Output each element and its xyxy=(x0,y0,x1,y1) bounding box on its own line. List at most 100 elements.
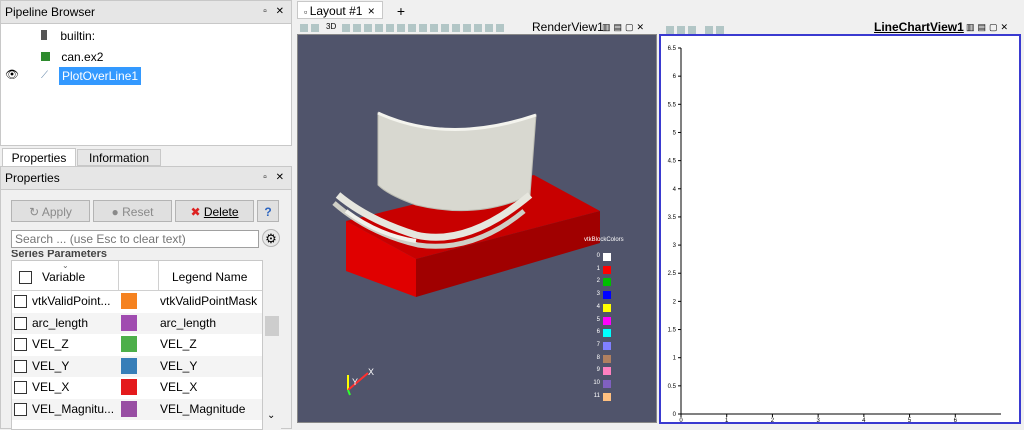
render-view[interactable]: X Y vtkBlockColors 0 1 2 3 4 5 6 7 8 9 10 11 xyxy=(297,34,657,423)
legend-swatch xyxy=(603,329,611,338)
table-row[interactable]: VEL_X VEL_X xyxy=(12,377,262,398)
advanced-gear-icon[interactable]: ⚙ xyxy=(262,229,280,247)
y-tick-label: 3 xyxy=(673,243,677,249)
help-button[interactable]: ? xyxy=(257,200,279,222)
table-row[interactable]: VEL_Magnitu... VEL_Magnitude xyxy=(12,398,262,420)
render-view-title: RenderView1 xyxy=(532,20,604,34)
series-legend-name[interactable]: arc_length xyxy=(160,316,216,330)
chart-view-title[interactable]: LineChartView1 xyxy=(874,20,964,34)
series-legend-name[interactable]: VEL_Y xyxy=(160,359,197,373)
legend-swatch xyxy=(603,380,611,388)
x-tick-label: 2 xyxy=(771,418,775,422)
series-checkbox[interactable] xyxy=(14,359,27,373)
legend-label: 5 xyxy=(596,316,600,323)
series-checkbox[interactable] xyxy=(14,295,27,308)
reset-label: Reset xyxy=(122,205,154,219)
x-tick-label: 5 xyxy=(908,418,912,422)
properties-title: Properties ▫ ✕ xyxy=(1,167,291,190)
x-tick-label: 4 xyxy=(862,418,866,422)
orient-y-label: Y xyxy=(352,377,358,387)
line-chart: 0 0.5 1 1.5 2 2.5 3 3.5 4 4.5 5 5.5 6 6.5 0 1 2 3 4 5 6 xyxy=(668,46,1001,424)
tab-information[interactable]: Information xyxy=(77,149,161,166)
layout-tab[interactable]: ▫ Layout #1 × xyxy=(297,1,383,19)
close-tab-icon[interactable]: × xyxy=(368,4,375,18)
search-input[interactable] xyxy=(11,230,259,248)
legend-label: 0 xyxy=(596,253,600,259)
y-tick-label: 1 xyxy=(673,356,677,362)
view-controls[interactable]: ▥▤▢✕ xyxy=(966,20,1011,34)
series-color-swatch[interactable] xyxy=(121,379,137,395)
properties-title-text: Properties xyxy=(5,171,60,185)
column-legend-name[interactable]: Legend Name xyxy=(172,270,247,284)
chart-view-toolbar: LineChartView1 ▥▤▢✕ xyxy=(660,20,1024,34)
series-checkbox[interactable] xyxy=(14,402,27,416)
series-checkbox[interactable] xyxy=(14,338,27,351)
series-legend-name[interactable]: VEL_X xyxy=(160,380,197,394)
pipeline-item-label: can.ex2 xyxy=(61,50,104,64)
y-tick-label: 5.5 xyxy=(668,102,677,108)
scrollbar-thumb[interactable] xyxy=(265,316,279,336)
legend-swatch xyxy=(603,278,611,287)
legend-swatch xyxy=(603,341,611,350)
y-tick-label: 3.5 xyxy=(668,215,677,221)
tab-properties[interactable]: Properties xyxy=(2,148,76,166)
pipeline-item-builtin[interactable]: builtin: xyxy=(41,27,95,45)
column-variable[interactable]: Variable xyxy=(42,270,85,284)
series-color-swatch[interactable] xyxy=(121,400,137,417)
series-color-swatch[interactable] xyxy=(121,357,137,374)
apply-button[interactable]: ↻ Apply xyxy=(11,200,90,222)
series-color-swatch[interactable] xyxy=(121,336,137,352)
legend-swatch xyxy=(603,291,611,300)
legend-label: 2 xyxy=(596,278,600,285)
scroll-down-icon[interactable]: ⌄ xyxy=(267,410,275,421)
series-checkbox[interactable] xyxy=(14,316,27,330)
y-tick-label: 6.5 xyxy=(668,46,677,52)
select-all-checkbox[interactable] xyxy=(19,271,32,284)
can-shell xyxy=(377,112,537,212)
series-legend-name[interactable]: VEL_Magnitude xyxy=(160,402,245,416)
pipeline-browser-title: Pipeline Browser ▫ ✕ xyxy=(1,1,291,24)
column-divider xyxy=(118,261,119,291)
series-variable: VEL_Y xyxy=(32,358,70,373)
series-variable: VEL_Z xyxy=(32,337,69,351)
apply-label: Apply xyxy=(41,205,72,219)
dock-controls[interactable]: ▫ ✕ xyxy=(263,167,287,189)
scrollbar[interactable]: ⌄ xyxy=(263,260,281,430)
table-row[interactable]: VEL_Y VEL_Y xyxy=(12,355,262,377)
x-tick-label: 1 xyxy=(725,418,729,422)
pipeline-item-plotoverline[interactable]: 👁 ⟋ PlotOverLine1 xyxy=(1,67,291,85)
series-legend-name[interactable]: vtkValidPointMask xyxy=(160,294,257,308)
delete-button[interactable]: ✖ Delete xyxy=(175,200,254,222)
section-label: Series Parameters xyxy=(11,250,108,260)
eye-icon[interactable]: 👁 xyxy=(5,66,19,84)
series-checkbox[interactable] xyxy=(14,381,27,394)
legend-label: 1 xyxy=(596,265,600,272)
view-controls[interactable]: ▥▤▢✕ xyxy=(602,20,647,34)
table-row[interactable]: vtkValidPoint... vtkValidPointMask xyxy=(12,291,262,312)
series-variable: VEL_X xyxy=(32,380,70,394)
sort-chevron-icon: ⌄ xyxy=(62,261,69,270)
pipeline-item-label: builtin: xyxy=(60,29,96,43)
pipeline-browser-panel: Pipeline Browser ▫ ✕ builtin: can.ex2 👁 … xyxy=(0,0,292,146)
pipeline-item-can[interactable]: can.ex2 xyxy=(41,48,103,66)
y-tick-label: 2 xyxy=(673,299,677,305)
table-row[interactable]: VEL_Z VEL_Z xyxy=(12,334,262,355)
series-variable: VEL_Magnitu... xyxy=(32,401,115,416)
series-legend-name[interactable]: VEL_Z xyxy=(160,337,197,351)
legend-swatch xyxy=(603,392,611,401)
line-chart-view[interactable]: 0 0.5 1 1.5 2 2.5 3 3.5 4 4.5 5 5.5 6 6.5 0 1 2 3 4 5 6 xyxy=(659,34,1021,424)
legend-swatch xyxy=(603,354,611,363)
table-header: ⌄ Variable Legend Name xyxy=(12,261,262,291)
reset-button[interactable]: ● Reset xyxy=(93,200,172,222)
series-color-swatch[interactable] xyxy=(121,314,137,331)
layout-tab-label: Layout #1 xyxy=(309,4,363,18)
apply-icon: ↻ xyxy=(29,205,42,219)
series-color-swatch[interactable] xyxy=(121,293,137,309)
legend-label: 7 xyxy=(596,341,600,348)
legend-swatch xyxy=(603,367,611,376)
y-tick-label: 0.5 xyxy=(668,384,677,390)
table-row[interactable]: arc_length arc_length xyxy=(12,312,262,334)
legend-label: 4 xyxy=(596,303,600,310)
dock-controls[interactable]: ▫ ✕ xyxy=(263,1,287,23)
add-layout-button[interactable]: + xyxy=(392,2,410,20)
